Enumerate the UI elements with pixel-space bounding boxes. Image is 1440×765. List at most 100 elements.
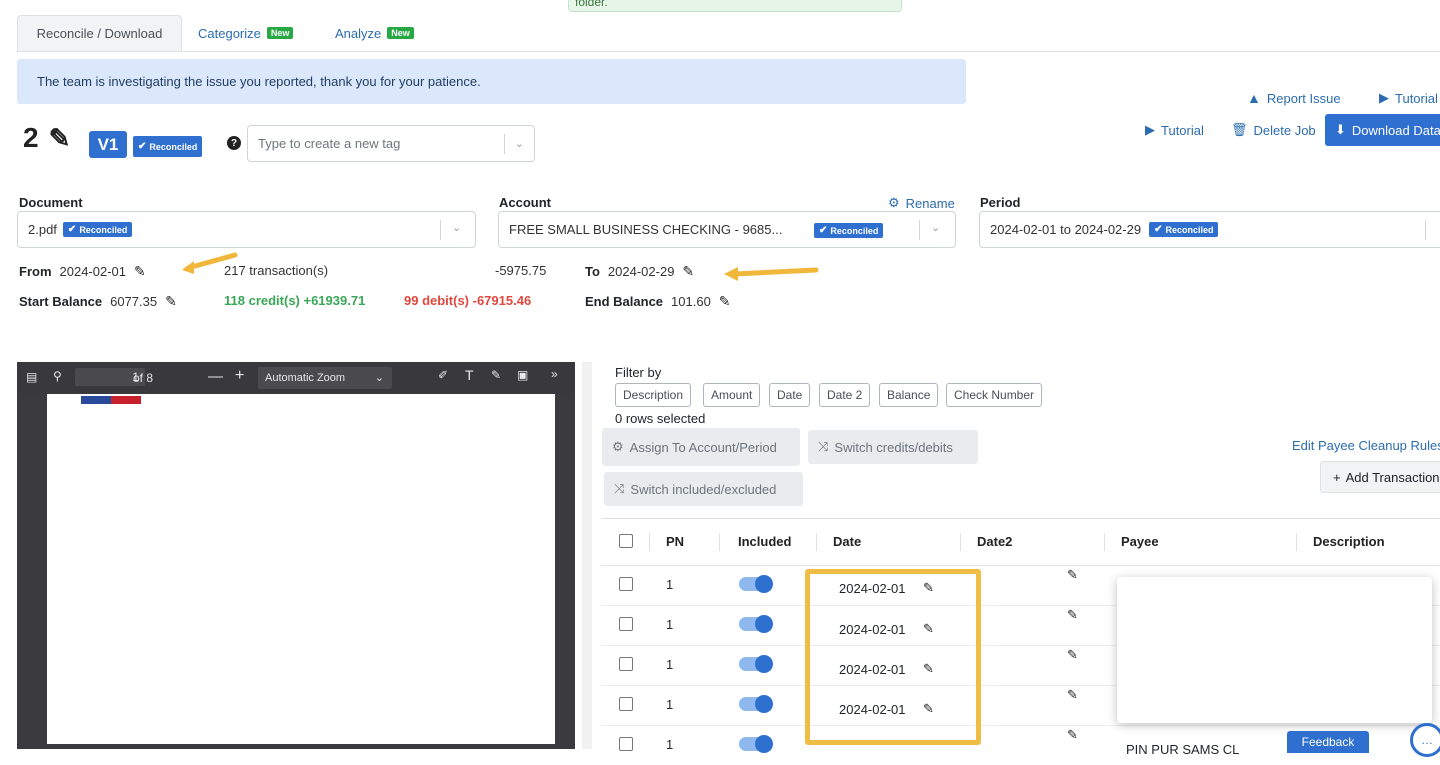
tab-reconcile-download[interactable]: Reconcile / Download xyxy=(17,15,182,51)
tab-analyze[interactable]: Analyze New xyxy=(335,15,414,51)
to-value: 2024-02-29 xyxy=(607,264,675,279)
chevron-down-icon[interactable]: ⌄ xyxy=(515,137,524,150)
account-select[interactable]: FREE SMALL BUSINESS CHECKING - 9685... ✔… xyxy=(498,211,956,248)
image-icon[interactable]: ▣ xyxy=(517,368,528,382)
status-text: Reconciled xyxy=(79,224,128,235)
select-all-checkbox[interactable] xyxy=(619,534,633,548)
filter-date2[interactable]: Date 2 xyxy=(819,383,871,407)
rename-label: Rename xyxy=(905,195,955,211)
filter-balance[interactable]: Balance xyxy=(879,383,939,407)
text-icon[interactable]: T xyxy=(465,367,474,383)
edit-icon[interactable]: ✎ xyxy=(719,293,731,310)
row-checkbox[interactable] xyxy=(619,697,633,711)
col-included[interactable]: Included xyxy=(738,534,791,549)
date-highlight-annotation xyxy=(805,569,981,745)
check-icon: ✔ xyxy=(67,224,77,235)
delete-job-link[interactable]: 🗑 Delete Job xyxy=(1231,122,1316,138)
row-checkbox[interactable] xyxy=(619,577,633,591)
check-icon: ✔ xyxy=(138,141,147,152)
included-toggle[interactable] xyxy=(739,655,773,673)
col-date[interactable]: Date xyxy=(833,534,861,549)
delete-job-label: Delete Job xyxy=(1253,122,1316,138)
edit-icon[interactable]: ✎ xyxy=(1067,727,1078,743)
zoom-out-icon[interactable]: — xyxy=(208,368,223,385)
credits-summary: 118 credit(s) +61939.71 xyxy=(224,293,366,308)
edit-icon[interactable]: ✎ xyxy=(1067,607,1078,623)
col-payee[interactable]: Payee xyxy=(1121,534,1159,549)
column-divider xyxy=(816,533,817,551)
switch-credits-debits-button[interactable]: ⤨ Switch credits/debits xyxy=(808,430,978,464)
tutorial-link[interactable]: ▶ Tutorial xyxy=(1145,122,1204,138)
more-tools-icon[interactable]: » xyxy=(551,367,558,381)
zoom-select[interactable]: Automatic Zoom ⌄ xyxy=(258,367,392,389)
edit-icon[interactable]: ✎ xyxy=(682,263,694,280)
filter-description[interactable]: Description xyxy=(615,383,692,407)
zoom-in-icon[interactable]: + xyxy=(235,367,244,385)
rows-selected: 0 rows selected xyxy=(615,411,706,426)
assign-account-button[interactable]: ⚙ Assign To Account/Period xyxy=(602,428,800,466)
draw-icon[interactable]: ✎ xyxy=(491,368,501,382)
divider xyxy=(919,220,920,240)
col-date2[interactable]: Date2 xyxy=(977,534,1012,549)
add-transaction-button[interactable]: + Add Transaction xyxy=(1320,461,1440,493)
gear-icon: ⚙ xyxy=(612,439,624,454)
col-description[interactable]: Description xyxy=(1313,534,1385,549)
document-select[interactable]: 2.pdf ✔ Reconciled ⌄ xyxy=(17,211,476,248)
col-pn[interactable]: PN xyxy=(666,534,684,549)
edit-icon[interactable]: ✎ xyxy=(1067,687,1078,703)
bank-logo xyxy=(81,396,141,404)
edit-icon[interactable]: ✎ xyxy=(49,123,71,154)
edit-icon[interactable]: ✎ xyxy=(134,263,146,280)
row-checkbox[interactable] xyxy=(619,617,633,631)
tutorial-top-link[interactable]: ▶ Tutorial xyxy=(1379,90,1438,106)
highlight-icon[interactable]: ✐ xyxy=(438,368,448,382)
search-icon[interactable]: ⚲ xyxy=(53,369,62,383)
divider xyxy=(1425,220,1426,240)
filter-date[interactable]: Date xyxy=(769,383,811,407)
version-badge: V1 xyxy=(89,131,127,158)
edit-icon[interactable]: ✎ xyxy=(1067,647,1078,663)
job-reconciled-badge: ✔ Reconciled xyxy=(133,136,203,157)
download-data-button[interactable]: ⬇ Download Data xyxy=(1325,114,1440,146)
page-count: of 8 xyxy=(133,371,154,385)
edit-icon[interactable]: ✎ xyxy=(1067,567,1078,583)
gear-icon: ⚙ xyxy=(888,195,900,210)
row-payee: PIN PUR SAMS CL xyxy=(1126,742,1240,757)
tag-input[interactable]: Type to create a new tag ⌄ xyxy=(247,125,535,162)
chat-icon[interactable]: … xyxy=(1410,723,1440,757)
row-checkbox[interactable] xyxy=(619,657,633,671)
included-toggle[interactable] xyxy=(739,575,773,593)
account-value: FREE SMALL BUSINESS CHECKING - 9685... xyxy=(509,222,783,237)
feedback-button[interactable]: Feedback xyxy=(1287,731,1369,753)
help-icon[interactable]: ? xyxy=(227,136,241,150)
switch-cd-label: Switch credits/debits xyxy=(834,439,953,455)
edit-payee-rules-link[interactable]: Edit Payee Cleanup Rules xyxy=(1292,438,1440,453)
start-balance-value: 6077.35 xyxy=(110,294,158,309)
shuffle-icon: ⤨ xyxy=(818,439,829,454)
switch-included-excluded-button[interactable]: ⤨ Switch included/excluded xyxy=(604,472,803,506)
toast-message: folder. xyxy=(568,0,902,12)
filter-amount[interactable]: Amount xyxy=(703,383,761,407)
document-reconciled-badge: ✔ Reconciled xyxy=(62,222,133,237)
row-pn: 1 xyxy=(666,697,674,712)
pdf-page xyxy=(47,394,555,744)
included-toggle[interactable] xyxy=(739,695,773,713)
annotation-arrow-to xyxy=(722,265,820,281)
tag-input-placeholder: Type to create a new tag xyxy=(258,136,401,151)
chevron-down-icon[interactable]: ⌄ xyxy=(452,221,461,234)
included-toggle[interactable] xyxy=(739,615,773,633)
tab-categorize[interactable]: Categorize New xyxy=(198,15,294,51)
filter-check-number[interactable]: Check Number xyxy=(946,383,1043,407)
debits-summary: 99 debit(s) -67915.46 xyxy=(404,293,532,308)
chevron-down-icon[interactable]: ⌄ xyxy=(931,221,940,234)
check-icon: ✔ xyxy=(1154,224,1163,235)
rename-link[interactable]: ⚙ Rename xyxy=(888,195,955,211)
report-issue-link[interactable]: ▲ Report Issue xyxy=(1247,90,1341,106)
splitter-handle[interactable] xyxy=(582,362,592,749)
tutorial-label: Tutorial xyxy=(1395,90,1438,106)
row-pn: 1 xyxy=(666,657,674,672)
sidebar-toggle-icon[interactable]: ▤ xyxy=(26,370,37,384)
trash-icon: 🗑 xyxy=(1231,122,1248,137)
period-select[interactable]: 2024-02-01 to 2024-02-29 ✔ Reconciled xyxy=(979,211,1440,248)
edit-icon[interactable]: ✎ xyxy=(165,293,177,310)
